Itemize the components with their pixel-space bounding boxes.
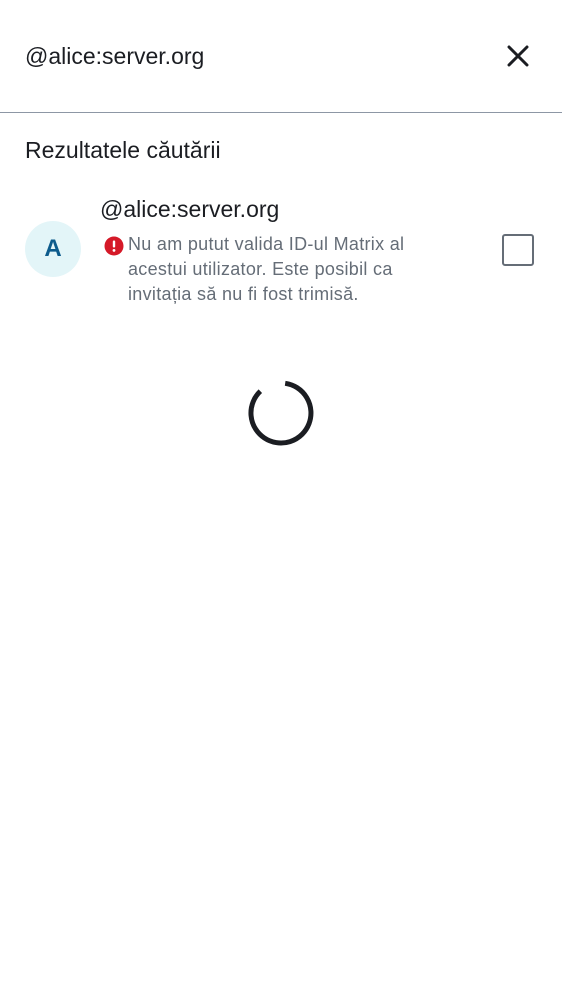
search-results-title: Rezultatele căutării	[25, 137, 221, 163]
search-bar	[0, 0, 562, 113]
close-icon	[507, 45, 529, 67]
loading-spinner-icon	[248, 380, 314, 446]
close-button[interactable]	[496, 34, 540, 78]
select-user-checkbox[interactable]	[502, 234, 534, 266]
avatar: A	[25, 221, 81, 277]
invite-people-screen: Rezultatele căutării A @alice:server.org…	[0, 0, 562, 1000]
user-id: @alice:server.org	[100, 196, 280, 222]
error-icon	[104, 236, 124, 256]
search-result-item[interactable]: A @alice:server.org Nu am putut valida I…	[0, 190, 562, 315]
search-input[interactable]	[25, 38, 465, 74]
validation-warning: Nu am putut valida ID-ul Matrix al acest…	[128, 234, 405, 304]
